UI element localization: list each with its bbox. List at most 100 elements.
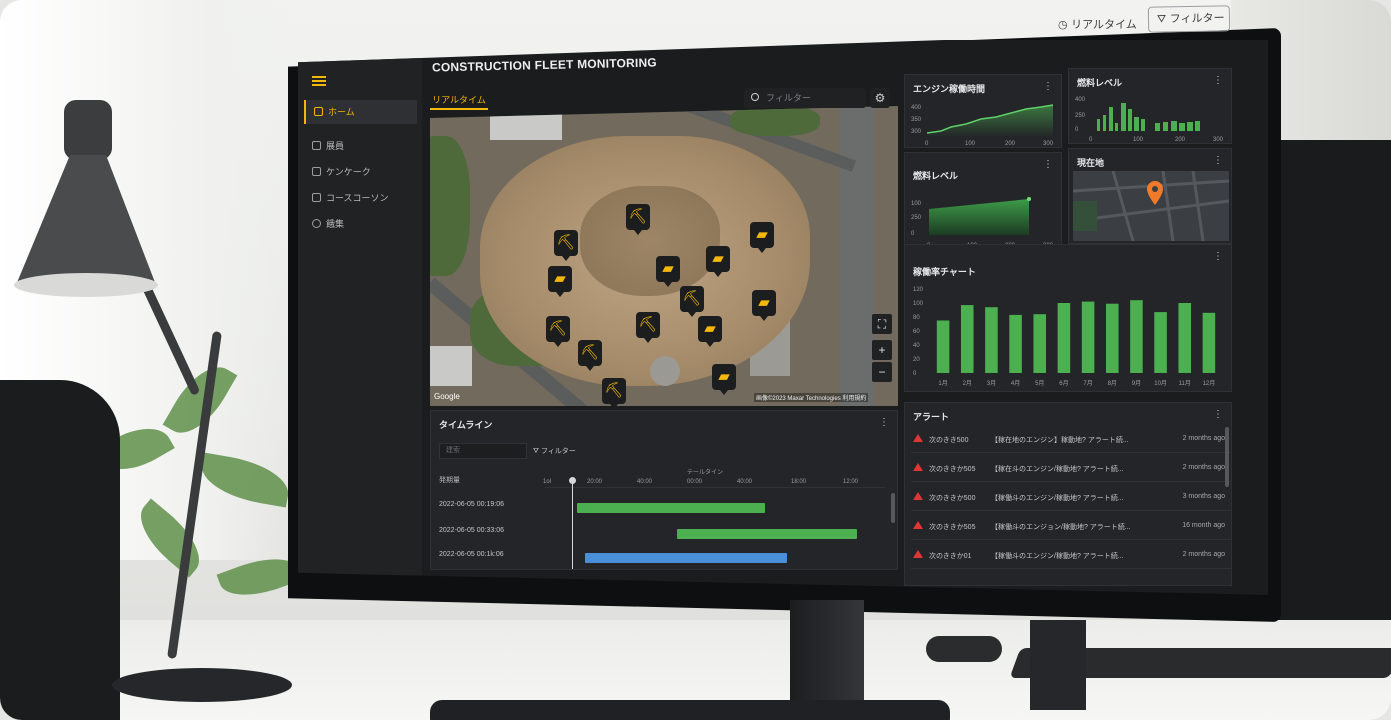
loader-pin-icon[interactable]: ⛏ bbox=[680, 286, 704, 317]
location-card: 現在地 ⋮ bbox=[1068, 148, 1232, 244]
x-tick-label: 11月 bbox=[1179, 380, 1191, 387]
sidebar-item-home[interactable]: ホーム bbox=[304, 100, 417, 124]
alert-item[interactable]: 次のききか500 【稼働斗のエンジン/稼動地? アラート続... 3 months … bbox=[911, 483, 1231, 511]
loader-pin-icon[interactable]: ⛏ bbox=[602, 378, 626, 406]
timeline-bar[interactable] bbox=[585, 553, 787, 563]
alert-source: 次のききか500 bbox=[929, 495, 976, 502]
timeline-tick: 12:00 bbox=[843, 479, 859, 485]
sidebar-item-label: 展員 bbox=[326, 141, 345, 151]
map-road bbox=[840, 106, 874, 406]
more-icon[interactable]: ⋮ bbox=[879, 417, 889, 428]
alert-item[interactable]: 次のききか505 【稼在斗のエンジン/稼動地? アラート続... 2 months … bbox=[911, 454, 1231, 482]
realtime-indicator[interactable]: ◷ リアルタイム bbox=[1058, 16, 1137, 32]
more-icon[interactable]: ⋮ bbox=[1043, 81, 1053, 92]
x-tick: 300 bbox=[1213, 137, 1224, 143]
card-title: タイムライン bbox=[439, 420, 493, 430]
timeline-now-marker[interactable] bbox=[569, 477, 576, 569]
utilization-bar[interactable] bbox=[936, 320, 950, 374]
more-icon[interactable]: ⋮ bbox=[1043, 159, 1053, 170]
map-provider-logo: Google bbox=[434, 392, 460, 401]
y-tick: 0 bbox=[1075, 127, 1079, 133]
utilization-bar[interactable] bbox=[1081, 301, 1095, 373]
second-monitor-stand bbox=[1030, 620, 1086, 710]
timeline-filter-button[interactable]: ⛛ フィルター bbox=[533, 446, 576, 456]
timeline-tick: 40:00 bbox=[737, 479, 753, 485]
sidebar-item-course[interactable]: コースコーソン bbox=[304, 186, 417, 210]
utilization-bar[interactable] bbox=[985, 307, 998, 373]
utilization-bar[interactable] bbox=[1202, 312, 1216, 373]
map-building bbox=[490, 114, 562, 140]
filter-label: フィルター bbox=[1169, 11, 1225, 26]
more-icon[interactable]: ⋮ bbox=[1213, 75, 1223, 86]
bulldozer-pin-icon[interactable]: ▰ bbox=[548, 266, 572, 297]
utilization-bar[interactable] bbox=[1057, 303, 1071, 373]
map-settings-icon[interactable]: ⚙ bbox=[870, 88, 890, 108]
x-tick: 0 bbox=[925, 141, 929, 147]
sidebar-item-label: ケンケーク bbox=[326, 167, 371, 177]
x-tick-label: 9月 bbox=[1132, 380, 1141, 387]
location-map[interactable] bbox=[1073, 171, 1229, 241]
utilization-bar[interactable] bbox=[1033, 314, 1047, 373]
timeline-search-input[interactable]: 建索 bbox=[439, 443, 527, 459]
map-search-input[interactable]: フィルター bbox=[744, 88, 866, 108]
timeline-bar[interactable] bbox=[577, 503, 765, 513]
bulldozer-pin-icon[interactable]: ▰ bbox=[750, 222, 774, 253]
sidebar-item-label: ホーム bbox=[328, 107, 355, 117]
zoom-in-button[interactable]: + bbox=[872, 340, 892, 360]
sidebar-item-label: コースコーソン bbox=[326, 193, 389, 203]
bulldozer-pin-icon[interactable]: ⛏ bbox=[554, 230, 578, 261]
map-attribution[interactable]: 画像©2023 Maxar Technologies 利用規約 bbox=[754, 393, 869, 402]
hamburger-menu-icon[interactable] bbox=[312, 76, 326, 86]
loader-pin-icon[interactable]: ▰ bbox=[698, 316, 722, 347]
excavator-pin-icon[interactable]: ⛏ bbox=[626, 204, 650, 235]
timeline-tick: 1ol bbox=[543, 479, 552, 485]
map-search-placeholder: フィルター bbox=[766, 93, 811, 103]
alert-message: 【稼働斗のエンジン/稼動地? アラート続... bbox=[991, 553, 1124, 560]
alerts-panel: アラート ⋮ 次のきき500 【稼在地のエンジン】稼動地? アラート続... 2 m… bbox=[904, 402, 1232, 586]
site-map[interactable]: ⛏ ⛏ ▰ ▰ ▰ ▰ ⛏ ▰ ⛏ ⛏ ▰ ⛏ ⛏ ▰ bbox=[430, 106, 898, 406]
clock-icon: ◷ bbox=[1058, 18, 1072, 31]
realtime-label: リアルタイム bbox=[1071, 18, 1137, 31]
more-icon[interactable]: ⋮ bbox=[1213, 155, 1223, 166]
utilization-bar[interactable] bbox=[1154, 312, 1167, 373]
filter-icon: ⛛ bbox=[1156, 12, 1170, 26]
alert-item[interactable]: 次のきき500 【稼在地のエンジン】稼動地? アラート続... 2 months a… bbox=[911, 425, 1231, 453]
bulldozer-pin-icon[interactable]: ▰ bbox=[706, 246, 730, 277]
excavator-pin-icon[interactable]: ⛏ bbox=[578, 340, 602, 371]
more-icon[interactable]: ⋮ bbox=[1213, 409, 1223, 420]
loader-pin-icon[interactable]: ⛏ bbox=[546, 316, 570, 347]
sidebar-item-settings[interactable]: 餓集 bbox=[304, 212, 417, 236]
timeline-scrollbar[interactable] bbox=[891, 493, 895, 523]
sidebar-item-tracking[interactable]: ケンケーク bbox=[304, 160, 417, 184]
alert-item[interactable]: 次のききか505 【稼働斗のエンジョン/稼動地? アラート続... 16 month… bbox=[911, 512, 1231, 540]
alert-source: 次のききか01 bbox=[929, 553, 972, 560]
fullscreen-icon[interactable]: ⛶ bbox=[872, 314, 892, 334]
sidebar-item-staff[interactable]: 展員 bbox=[304, 134, 417, 158]
tab-realtime[interactable]: リアルタイム bbox=[430, 90, 488, 110]
filter-button[interactable]: ⛛ フィルター bbox=[1147, 5, 1231, 33]
home-icon bbox=[314, 107, 323, 116]
alert-item[interactable]: 次のききか01 【稼働斗のエンジン/稼動地? アラート続... 2 months a… bbox=[911, 541, 1231, 569]
alerts-scrollbar[interactable] bbox=[1225, 427, 1229, 487]
excavator-pin-icon[interactable]: ▰ bbox=[752, 290, 776, 321]
utilization-bar[interactable] bbox=[1130, 300, 1143, 373]
utilization-bar[interactable] bbox=[1009, 314, 1022, 373]
timeline-panel: タイムライン ⋮ 建索 ⛛ フィルター 発期量 テールタイン 1ol 20:00… bbox=[430, 410, 898, 570]
more-icon[interactable]: ⋮ bbox=[1213, 251, 1223, 262]
timeline-tick: 40:00 bbox=[637, 479, 653, 485]
utilization-bar[interactable] bbox=[960, 305, 974, 373]
y-tick: 300 bbox=[911, 129, 922, 135]
excavator-pin-icon[interactable]: ⛏ bbox=[636, 312, 660, 343]
x-tick-label: 7月 bbox=[1083, 380, 1092, 387]
timeline-row-label: 2022-06-05 00:33:06 bbox=[439, 527, 504, 534]
bulldozer-pin-icon[interactable]: ▰ bbox=[656, 256, 680, 287]
excavator-pin-icon[interactable]: ▰ bbox=[712, 364, 736, 395]
card-title: 稼働率チャート bbox=[913, 267, 976, 277]
utilization-bar[interactable] bbox=[1178, 303, 1192, 373]
zoom-out-button[interactable]: − bbox=[872, 362, 892, 382]
timeline-bar[interactable] bbox=[677, 529, 857, 539]
y-tick-label: 0 bbox=[913, 371, 917, 377]
warning-icon bbox=[913, 463, 923, 471]
layers-icon bbox=[312, 167, 321, 176]
utilization-bar[interactable] bbox=[1105, 303, 1119, 373]
